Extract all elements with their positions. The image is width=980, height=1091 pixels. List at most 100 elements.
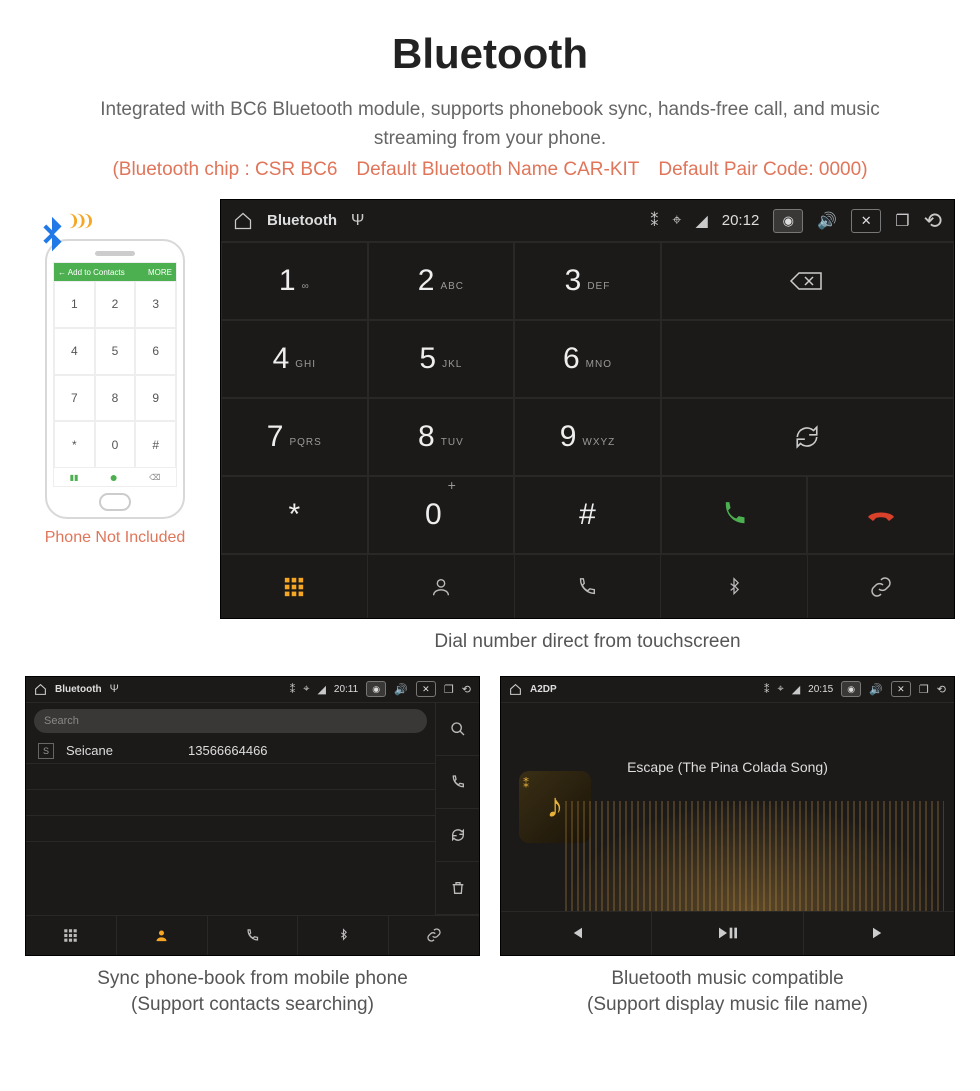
wifi-icon: ◢ bbox=[792, 683, 800, 696]
music-caption: Bluetooth music compatible(Support displ… bbox=[500, 966, 955, 1019]
key-7[interactable]: 7PQRS bbox=[221, 398, 368, 476]
back-icon[interactable]: ⟲ bbox=[937, 683, 946, 696]
tab-keypad[interactable] bbox=[221, 555, 368, 618]
prev-track-button[interactable] bbox=[501, 912, 652, 955]
wifi-icon: ◢ bbox=[317, 683, 325, 696]
delete-button[interactable] bbox=[435, 862, 479, 915]
tab-contacts[interactable] bbox=[368, 555, 515, 618]
status-title: Bluetooth bbox=[55, 684, 102, 695]
contact-row[interactable]: S Seicane 13566664466 bbox=[26, 739, 435, 764]
location-icon: ⌖ bbox=[303, 683, 309, 696]
key-4[interactable]: 4GHI bbox=[221, 320, 368, 398]
backspace-button[interactable] bbox=[661, 242, 954, 320]
empty-cell bbox=[661, 320, 954, 398]
volume-icon[interactable]: 🔊 bbox=[817, 211, 837, 231]
end-call-button[interactable] bbox=[807, 476, 954, 554]
tab-recent[interactable] bbox=[515, 555, 662, 618]
status-bar: Bluetooth Ψ ⁑ ⌖ ◢ 20:12 ◉ 🔊 ✕ ❐ ⟲ bbox=[221, 200, 954, 242]
clock: 20:12 bbox=[722, 212, 760, 229]
volume-icon[interactable]: 🔊 bbox=[869, 683, 883, 696]
album-art: ⁑♪ bbox=[519, 771, 591, 843]
contact-row-empty bbox=[26, 816, 435, 842]
back-icon[interactable]: ⟲ bbox=[462, 683, 471, 696]
contact-number: 13566664466 bbox=[188, 743, 268, 758]
close-icon[interactable]: ✕ bbox=[416, 681, 436, 697]
recent-apps-icon[interactable]: ❐ bbox=[444, 683, 454, 696]
tab-bluetooth[interactable] bbox=[661, 555, 808, 618]
usb-icon: Ψ bbox=[110, 683, 119, 695]
key-9[interactable]: 9WXYZ bbox=[514, 398, 661, 476]
redial-button[interactable] bbox=[661, 398, 954, 476]
bluetooth-specs: (Bluetooth chip : CSR BC6 Default Blueto… bbox=[25, 159, 955, 181]
music-controls bbox=[501, 911, 954, 955]
bluetooth-icon: ❩❩❩ bbox=[29, 213, 75, 259]
wifi-icon: ◢ bbox=[695, 211, 707, 231]
contacts-caption: Sync phone-book from mobile phone(Suppor… bbox=[25, 966, 480, 1019]
status-bar: Bluetooth Ψ ⁑ ⌖ ◢ 20:11 ◉ 🔊 ✕ ❐ ⟲ bbox=[26, 677, 479, 703]
track-title: Escape (The Pina Colada Song) bbox=[627, 759, 828, 775]
home-icon[interactable] bbox=[509, 683, 522, 696]
contact-row-empty bbox=[26, 790, 435, 816]
call-button[interactable] bbox=[435, 756, 479, 809]
status-bar: A2DP ⁑ ⌖ ◢ 20:15 ◉ 🔊 ✕ ❐ ⟲ bbox=[501, 677, 954, 703]
key-2[interactable]: 2ABC bbox=[368, 242, 515, 320]
contacts-screen: Bluetooth Ψ ⁑ ⌖ ◢ 20:11 ◉ 🔊 ✕ ❐ ⟲ Search bbox=[25, 676, 480, 956]
tab-keypad[interactable] bbox=[26, 916, 117, 955]
tab-link[interactable] bbox=[389, 916, 479, 955]
clock: 20:11 bbox=[334, 684, 358, 695]
volume-icon[interactable]: 🔊 bbox=[394, 683, 408, 696]
play-pause-button[interactable] bbox=[652, 912, 803, 955]
page-description: Integrated with BC6 Bluetooth module, su… bbox=[25, 96, 955, 153]
call-button[interactable] bbox=[661, 476, 808, 554]
tab-contacts[interactable] bbox=[117, 916, 208, 955]
bluetooth-status-icon: ⁑ bbox=[650, 211, 658, 231]
camera-icon[interactable]: ◉ bbox=[841, 681, 861, 697]
location-icon: ⌖ bbox=[672, 212, 681, 230]
key-3[interactable]: 3DEF bbox=[514, 242, 661, 320]
close-icon[interactable]: ✕ bbox=[891, 681, 911, 697]
search-button[interactable] bbox=[435, 703, 479, 756]
clock: 20:15 bbox=[808, 684, 833, 695]
home-icon[interactable] bbox=[233, 211, 253, 231]
contact-name: Seicane bbox=[66, 743, 176, 758]
dialer-screen: Bluetooth Ψ ⁑ ⌖ ◢ 20:12 ◉ 🔊 ✕ ❐ ⟲ 1∞2ABC… bbox=[220, 199, 955, 619]
camera-icon[interactable]: ◉ bbox=[366, 681, 386, 697]
dialer-tabs bbox=[221, 554, 954, 618]
next-track-button[interactable] bbox=[804, 912, 954, 955]
page-title: Bluetooth bbox=[25, 30, 955, 78]
recent-apps-icon[interactable]: ❐ bbox=[919, 683, 929, 696]
phone-keypad: 123 456 789 *0# bbox=[54, 281, 176, 468]
search-input[interactable]: Search bbox=[34, 709, 427, 733]
key-6[interactable]: 6MNO bbox=[514, 320, 661, 398]
tab-bluetooth[interactable] bbox=[298, 916, 389, 955]
key-5[interactable]: 5JKL bbox=[368, 320, 515, 398]
camera-icon[interactable]: ◉ bbox=[773, 209, 803, 233]
status-title: Bluetooth bbox=[267, 212, 337, 229]
sync-button[interactable] bbox=[435, 809, 479, 862]
close-icon[interactable]: ✕ bbox=[851, 209, 881, 233]
bluetooth-status-icon: ⁑ bbox=[290, 683, 296, 696]
contact-row-empty bbox=[26, 764, 435, 790]
key-0[interactable]: 0+ bbox=[368, 476, 515, 554]
home-icon[interactable] bbox=[34, 683, 47, 696]
contact-letter: S bbox=[38, 743, 54, 759]
tab-link[interactable] bbox=[808, 555, 954, 618]
status-title: A2DP bbox=[530, 684, 557, 695]
bluetooth-status-icon: ⁑ bbox=[764, 683, 770, 696]
tab-recent[interactable] bbox=[208, 916, 299, 955]
contacts-tabs bbox=[26, 915, 479, 955]
usb-icon: Ψ bbox=[351, 212, 364, 230]
key-8[interactable]: 8TUV bbox=[368, 398, 515, 476]
recent-apps-icon[interactable]: ❐ bbox=[895, 211, 909, 231]
dialer-caption: Dial number direct from touchscreen bbox=[220, 629, 955, 656]
phone-caption: Phone Not Included bbox=[25, 529, 205, 547]
key-*[interactable]: * bbox=[221, 476, 368, 554]
music-screen: A2DP ⁑ ⌖ ◢ 20:15 ◉ 🔊 ✕ ❐ ⟲ ⁑♪ Escape bbox=[500, 676, 955, 956]
location-icon: ⌖ bbox=[778, 683, 784, 696]
phone-illustration: ❩❩❩ ← Add to Contacts MORE 123 456 789 *… bbox=[25, 199, 205, 547]
key-#[interactable]: # bbox=[514, 476, 661, 554]
key-1[interactable]: 1∞ bbox=[221, 242, 368, 320]
phone-topbar-left: ← Add to Contacts bbox=[58, 268, 125, 277]
contact-row-empty bbox=[26, 842, 435, 868]
back-icon[interactable]: ⟲ bbox=[924, 208, 942, 234]
